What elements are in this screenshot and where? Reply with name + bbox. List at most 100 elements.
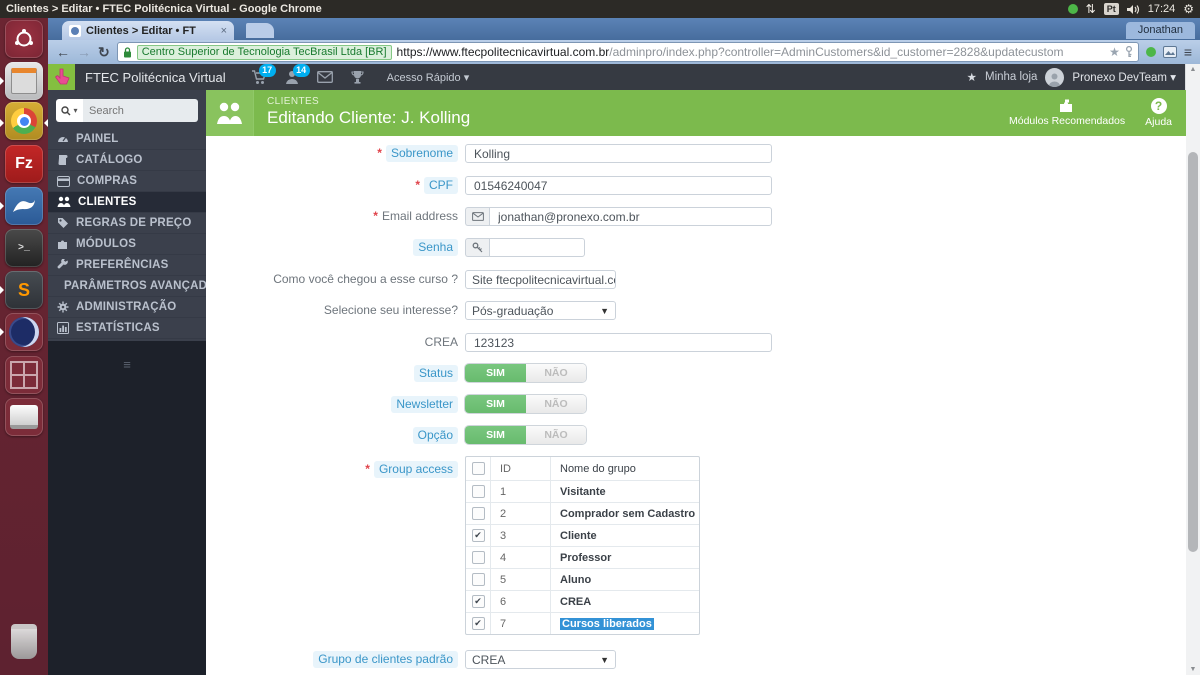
- launcher-eclipse-icon[interactable]: [5, 313, 43, 351]
- row-checkbox[interactable]: ✔: [471, 617, 485, 630]
- table-row[interactable]: 4 Professor: [466, 546, 699, 568]
- wrench-icon: [57, 259, 68, 269]
- senha-input[interactable]: [489, 238, 585, 257]
- default-group-select[interactable]: CREA ▼: [465, 650, 616, 669]
- sidebar-item-preferencias[interactable]: PREFERÊNCIAS: [48, 255, 206, 276]
- clock[interactable]: 17:24: [1148, 3, 1176, 15]
- launcher-workspace-switcher-icon[interactable]: [5, 356, 43, 394]
- newsletter-yes-button[interactable]: SIM: [465, 395, 526, 413]
- messages-notification[interactable]: [316, 71, 333, 83]
- scroll-down-icon[interactable]: ▼: [1186, 666, 1200, 673]
- sidebar-item-parametros-avancados[interactable]: PARÂMETROS AVANÇADOS: [48, 276, 224, 297]
- table-row[interactable]: ✔ 3 Cliente: [466, 524, 699, 546]
- quick-access-menu[interactable]: Acesso Rápido ▾: [387, 71, 470, 84]
- select-all-checkbox[interactable]: [471, 462, 485, 475]
- row-checkbox[interactable]: [471, 573, 485, 586]
- tab-close-icon[interactable]: ×: [221, 25, 227, 37]
- interest-select[interactable]: Pós-graduação ▼: [465, 301, 616, 320]
- status-dot-icon[interactable]: [1067, 4, 1078, 14]
- required-asterisk: *: [373, 209, 378, 223]
- launcher-filezilla-icon[interactable]: Fz: [5, 145, 43, 183]
- bookmark-star-icon[interactable]: ★: [1109, 45, 1120, 59]
- table-row[interactable]: ✔ 7 Cursos liberados: [466, 612, 699, 634]
- sidebar-item-modulos[interactable]: MÓDULOS: [48, 234, 206, 255]
- screenshot-extension-icon[interactable]: [1162, 46, 1177, 58]
- running-indicator: [0, 328, 4, 336]
- launcher-ubuntu-dash-icon[interactable]: [5, 20, 43, 58]
- table-row[interactable]: 5 Aluno: [466, 568, 699, 590]
- book-icon: [58, 155, 68, 165]
- sobrenome-input[interactable]: [465, 144, 772, 163]
- scrollbar-thumb[interactable]: [1188, 152, 1198, 552]
- user-avatar[interactable]: [1045, 67, 1065, 87]
- status-no-button[interactable]: NÃO: [526, 364, 586, 382]
- launcher-sublime-text-icon[interactable]: S: [5, 271, 43, 309]
- session-gear-icon[interactable]: ⚙: [1183, 3, 1194, 15]
- search-input[interactable]: [83, 99, 198, 122]
- badges-notification[interactable]: [351, 70, 364, 84]
- row-checkbox[interactable]: [471, 485, 485, 498]
- profile-name-badge[interactable]: Jonathan: [1125, 22, 1195, 39]
- my-shop-link[interactable]: Minha loja: [985, 71, 1037, 83]
- shop-name[interactable]: FTEC Politécnica Virtual: [85, 70, 226, 85]
- crea-input[interactable]: [465, 333, 772, 352]
- launcher-mysql-workbench-icon[interactable]: [5, 187, 43, 225]
- launcher-trash-icon[interactable]: [5, 622, 43, 660]
- opcao-yes-button[interactable]: SIM: [465, 426, 526, 444]
- browser-tab[interactable]: Clientes > Editar • FT ×: [62, 21, 234, 40]
- sync-updown-icon[interactable]: ⇅: [1086, 3, 1096, 15]
- sidebar-collapse-icon[interactable]: ≡: [117, 357, 137, 372]
- help-button[interactable]: ? Ajuda: [1145, 98, 1172, 128]
- reload-icon[interactable]: ↻: [98, 45, 110, 59]
- back-icon[interactable]: ←: [56, 45, 70, 59]
- sidebar-item-painel[interactable]: PAINEL: [48, 129, 206, 150]
- page-scrollbar[interactable]: ▲ ▼: [1185, 64, 1200, 675]
- forward-icon[interactable]: →: [77, 45, 91, 59]
- user-menu[interactable]: Pronexo DevTeam ▾: [1072, 70, 1176, 84]
- sidebar-item-clientes[interactable]: CLIENTES: [48, 192, 206, 213]
- sidebar-item-estatisticas[interactable]: ESTATÍSTICAS: [48, 318, 206, 339]
- search-icon: [61, 105, 71, 115]
- launcher-google-chrome-icon[interactable]: [5, 102, 43, 140]
- address-bar[interactable]: Centro Superior de Tecnologia TecBrasil …: [116, 42, 1139, 62]
- row-checkbox[interactable]: [471, 551, 485, 564]
- row-checkbox[interactable]: ✔: [471, 595, 485, 608]
- volume-icon[interactable]: [1126, 4, 1140, 15]
- orders-notification[interactable]: 17: [251, 63, 276, 85]
- launcher-file-manager-icon[interactable]: [5, 62, 43, 100]
- sidebar-item-catalogo[interactable]: CATÁLOGO: [48, 150, 206, 171]
- chrome-menu-icon[interactable]: ≡: [1184, 45, 1192, 59]
- search-button[interactable]: ▾: [56, 99, 83, 122]
- customers-group-icon: [57, 196, 71, 207]
- ev-certificate-badge[interactable]: Centro Superior de Tecnologia TecBrasil …: [136, 44, 392, 60]
- shop-logo[interactable]: [48, 64, 75, 90]
- row-checkbox[interactable]: [471, 507, 485, 520]
- table-row[interactable]: 1 Visitante: [466, 480, 699, 502]
- new-tab-button[interactable]: [246, 23, 274, 38]
- sidebar-item-compras[interactable]: COMPRAS: [48, 171, 206, 192]
- table-row[interactable]: 2 Comprador sem Cadastro: [466, 502, 699, 524]
- saved-password-key-icon[interactable]: [1125, 46, 1133, 58]
- row-checkbox[interactable]: ✔: [471, 529, 485, 542]
- cpf-input[interactable]: [465, 176, 772, 195]
- keyboard-layout-indicator[interactable]: Pt: [1103, 3, 1119, 15]
- page-header: CLIENTES Editando Cliente: J. Kolling Mó…: [206, 90, 1186, 136]
- sidebar-item-regras-de-preco[interactable]: REGRAS DE PREÇO: [48, 213, 206, 234]
- sidebar-item-administracao[interactable]: ADMINISTRAÇÃO: [48, 297, 206, 318]
- opcao-label: Opção: [412, 427, 458, 444]
- extension-dot-icon[interactable]: [1145, 47, 1156, 57]
- newsletter-no-button[interactable]: NÃO: [526, 395, 586, 413]
- form-row-cpf: * CPF: [206, 176, 1186, 195]
- selected-text: Cursos liberados: [560, 617, 654, 630]
- opcao-no-button[interactable]: NÃO: [526, 426, 586, 444]
- table-row[interactable]: ✔ 6 CREA: [466, 590, 699, 612]
- launcher-terminal-icon[interactable]: >_: [5, 229, 43, 267]
- main-content: CLIENTES Editando Cliente: J. Kolling Mó…: [206, 90, 1186, 675]
- launcher-external-drive-icon[interactable]: [5, 398, 43, 436]
- scroll-up-icon[interactable]: ▲: [1186, 66, 1200, 73]
- customers-notification[interactable]: 14: [285, 63, 310, 85]
- source-select[interactable]: Site ftecpolitecnicavirtual.cor▼: [465, 270, 616, 289]
- status-yes-button[interactable]: SIM: [465, 364, 526, 382]
- email-input[interactable]: [489, 207, 772, 226]
- recommended-modules-button[interactable]: Módulos Recomendados: [1009, 99, 1125, 127]
